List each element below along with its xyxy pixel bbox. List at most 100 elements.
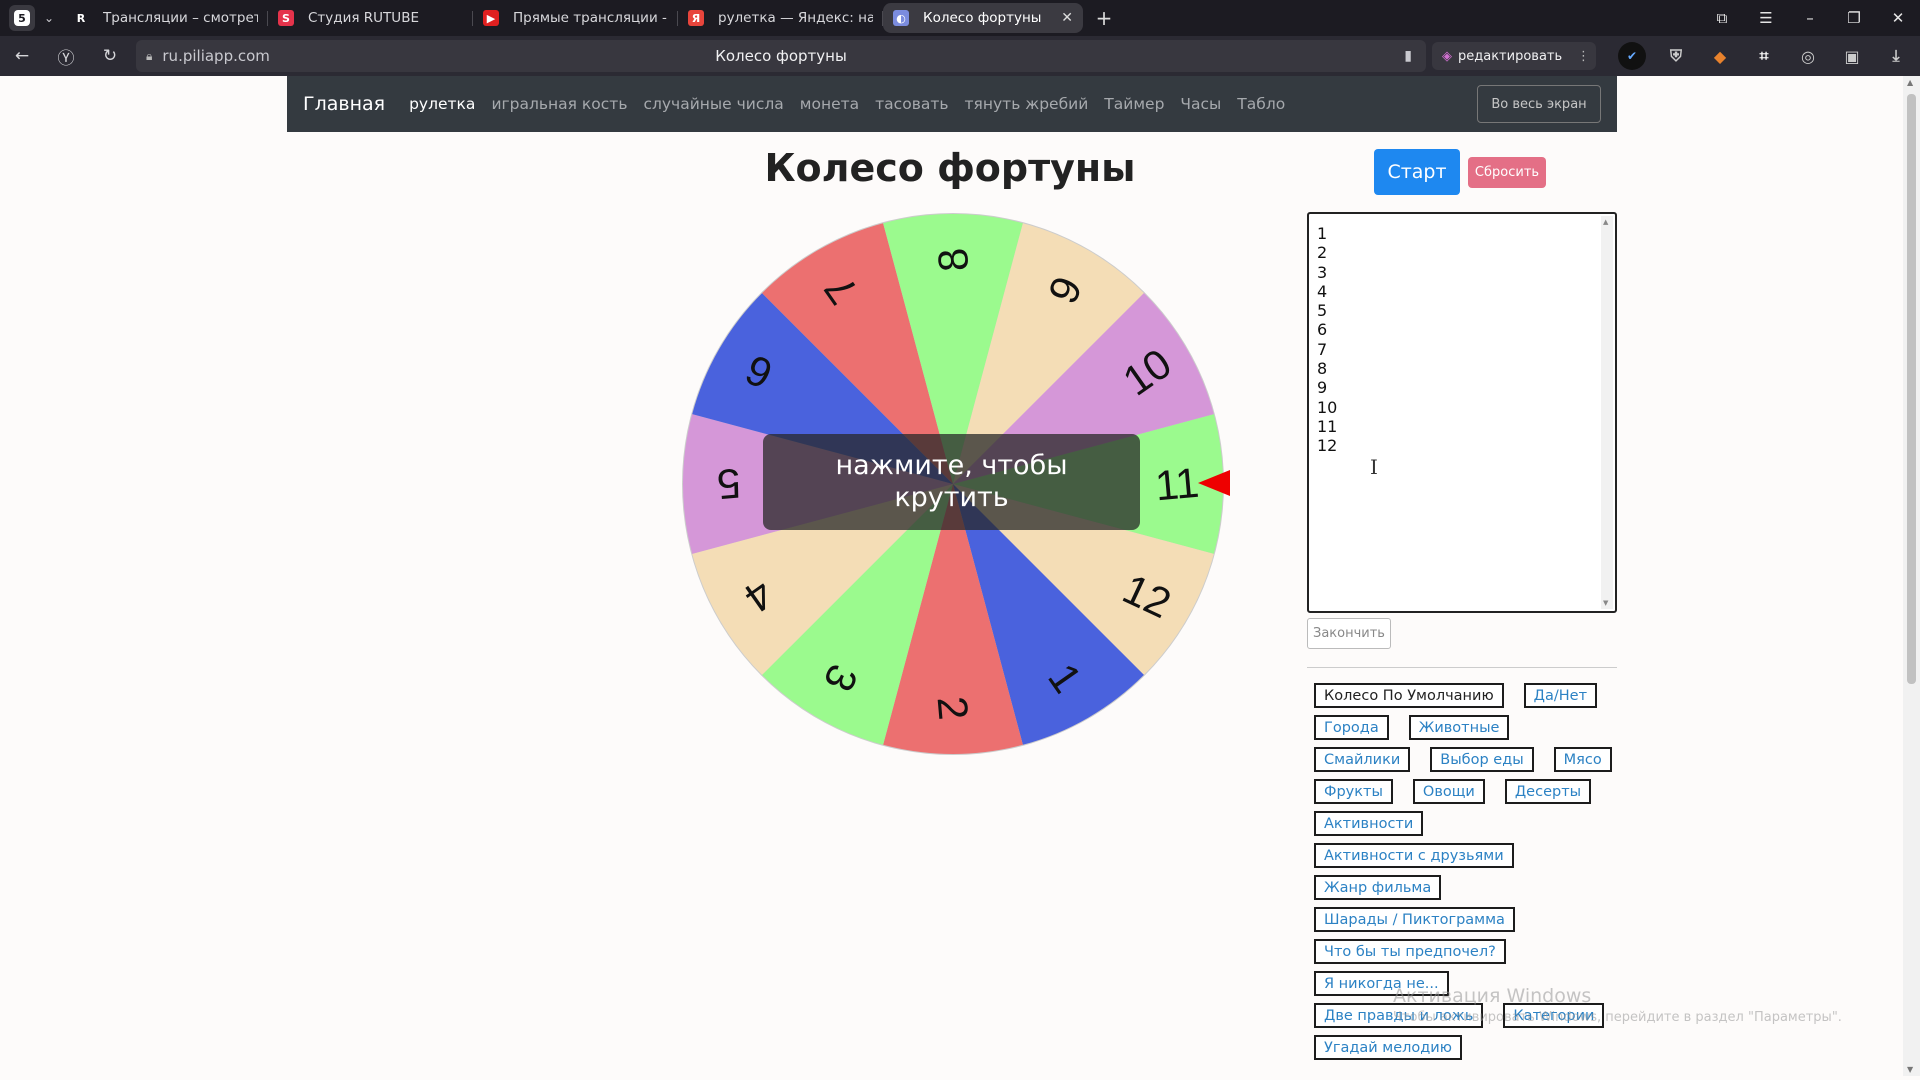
lock-icon: 🔒︎	[146, 48, 153, 63]
wheel-segment-label: 2	[929, 694, 978, 721]
text-cursor-icon: I	[1370, 455, 1378, 479]
preset-button[interactable]: Выбор еды	[1430, 747, 1534, 772]
yandex-home-icon[interactable]: Ⓨ	[44, 44, 88, 69]
entry-line: 8	[1317, 359, 1328, 379]
preset-row: Колесо По Умолчанию Да/Нет	[1314, 683, 1614, 708]
site-navbar: Главная рулетка игральная кость случайны…	[287, 76, 1617, 132]
nav-link-coin[interactable]: монета	[800, 95, 859, 113]
preset-button[interactable]: Животные	[1408, 715, 1510, 740]
nav-link-random-numbers[interactable]: случайные числа	[643, 95, 783, 113]
divider	[1307, 667, 1617, 668]
preset-button[interactable]: Шарады / Пиктограмма	[1314, 907, 1515, 932]
entry-line: 12	[1317, 436, 1338, 456]
collections-icon[interactable]: ⧉	[1700, 9, 1744, 27]
sidebar-icon[interactable]: ▣	[1838, 42, 1866, 70]
preset-button[interactable]: Да/Нет	[1523, 683, 1598, 708]
shield-icon[interactable]: ⛨	[1662, 42, 1690, 70]
more-icon[interactable]: ⋮	[1577, 49, 1590, 64]
nav-link-timer[interactable]: Таймер	[1104, 95, 1164, 113]
entry-line: 3	[1317, 262, 1328, 282]
nav-brand[interactable]: Главная	[303, 93, 385, 115]
browser-tab[interactable]: S Студия RUTUBE	[268, 3, 473, 33]
wheel-segment-label: 5	[715, 460, 742, 509]
close-tab-icon[interactable]: ✕	[1061, 10, 1073, 26]
nav-link-roulette[interactable]: рулетка	[409, 95, 475, 113]
preset-button[interactable]: Десерты	[1504, 779, 1592, 804]
preset-button[interactable]: Колесо По Умолчанию	[1314, 683, 1504, 708]
rutube-r-icon: R	[73, 10, 89, 26]
restore-button[interactable]: ❐	[1832, 9, 1876, 27]
tab-title: Колесо фортуны	[923, 10, 1042, 26]
preset-button[interactable]: Фрукты	[1314, 779, 1393, 804]
bookmark-icon[interactable]: ▮	[1404, 48, 1412, 64]
finish-button[interactable]: Закончить	[1307, 618, 1391, 649]
download-icon[interactable]: ⤓	[1882, 42, 1910, 70]
url-text: ru.piliapp.com	[162, 47, 270, 65]
nav-link-scoreboard[interactable]: Табло	[1237, 95, 1285, 113]
minimize-button[interactable]: –	[1788, 9, 1832, 27]
url-field[interactable]: 🔒︎ ru.piliapp.com Колесо фортуны ▮	[136, 40, 1426, 72]
address-bar: ← Ⓨ ↻ 🔒︎ ru.piliapp.com Колесо фортуны ▮…	[0, 36, 1920, 76]
page-title-in-address: Колесо фортуны	[715, 47, 847, 65]
piliapp-icon: ◐	[893, 10, 909, 26]
close-window-button[interactable]: ✕	[1876, 9, 1920, 27]
preset-button[interactable]: Активности	[1314, 811, 1424, 836]
entries-textarea[interactable]: 1 2 3 4 5 6 7 8 9 10 11 12	[1307, 212, 1617, 613]
windows-activation-watermark: Активация Windows	[1393, 985, 1592, 1007]
scroll-down-icon[interactable]: ▼	[1907, 1065, 1913, 1074]
browser-tab-bar: 5 ⌄ R Трансляции – смотреть в S Студия RUTU…	[0, 0, 1920, 36]
textarea-scrollbar[interactable]	[1601, 216, 1613, 609]
entry-line: 5	[1317, 301, 1328, 321]
scroll-up-icon[interactable]: ▲	[1907, 78, 1913, 87]
reload-icon[interactable]: ↻	[88, 46, 132, 66]
browser-tab[interactable]: ◐ Колесо фортуны ✕	[883, 3, 1083, 33]
preset-button[interactable]: Активности с друзьями	[1314, 843, 1514, 868]
preset-button[interactable]: Овощи	[1412, 779, 1485, 804]
chevron-down-icon[interactable]: ⌄	[35, 11, 63, 25]
preset-button[interactable]: Что бы ты предпочел?	[1314, 939, 1506, 964]
browser-menu-icon[interactable]: 5	[9, 5, 35, 31]
wheel-segment-label: 8	[929, 246, 978, 273]
nav-link-dice[interactable]: игральная кость	[491, 95, 627, 113]
page-scrollbar[interactable]: ▲ ▼	[1903, 76, 1920, 1076]
yandex-icon: Я	[688, 10, 704, 26]
start-button[interactable]: Старт	[1374, 149, 1460, 195]
nav-link-shuffle[interactable]: тасовать	[875, 95, 948, 113]
extension-vk-icon[interactable]: ✔	[1618, 42, 1646, 70]
preset-button[interactable]: Города	[1314, 715, 1389, 740]
preset-button[interactable]: Угадай мелодию	[1314, 1035, 1462, 1060]
extension-grid-icon[interactable]: ⌗	[1750, 42, 1778, 70]
fullscreen-button[interactable]: Во весь экран	[1477, 85, 1601, 123]
preset-button[interactable]: Мясо	[1553, 747, 1612, 772]
metamask-icon[interactable]: ◆	[1706, 42, 1734, 70]
tab-title: Трансляции – смотреть в	[103, 10, 258, 26]
edit-icon: ◈	[1442, 48, 1452, 64]
spin-overlay[interactable]: нажмите, чтобы крутить	[763, 434, 1140, 530]
page-title: Колесо фортуны	[764, 146, 1136, 190]
reset-button[interactable]: Сбросить	[1468, 157, 1546, 188]
nav-link-draw-lots[interactable]: тянуть жребий	[965, 95, 1089, 113]
entry-line: 4	[1317, 281, 1328, 301]
wheel-segment-label: 11	[1153, 459, 1201, 510]
alice-icon[interactable]: ◎	[1794, 42, 1822, 70]
entry-line: 6	[1317, 320, 1328, 340]
new-tab-button[interactable]: +	[1089, 6, 1119, 30]
browser-tab[interactable]: ▶ Прямые трансляции - You	[473, 3, 678, 33]
preset-button[interactable]: Жанр фильма	[1314, 875, 1442, 900]
preset-row: Смайлики Выбор еды Мясо	[1314, 747, 1614, 772]
browser-tab[interactable]: R Трансляции – смотреть в	[63, 3, 268, 33]
preset-button[interactable]: Смайлики	[1314, 747, 1411, 772]
entry-line: 11	[1317, 416, 1338, 436]
preset-row: Жанр фильма	[1314, 875, 1614, 900]
nav-link-clock[interactable]: Часы	[1180, 95, 1221, 113]
edit-button[interactable]: ◈ редактировать ⋮	[1432, 42, 1596, 70]
browser-tab[interactable]: Ярулетка — Яндекс: нашло	[678, 3, 883, 33]
preset-row: Активности с друзьями	[1314, 843, 1614, 868]
edit-label: редактировать	[1458, 48, 1563, 64]
back-icon[interactable]: ←	[0, 46, 44, 66]
menu-icon[interactable]: ☰	[1744, 9, 1788, 27]
preset-row: Активности	[1314, 811, 1614, 836]
tab-title: Студия RUTUBE	[308, 10, 419, 26]
wheel-pointer-icon	[1198, 470, 1230, 496]
scrollbar-thumb[interactable]	[1907, 94, 1916, 684]
